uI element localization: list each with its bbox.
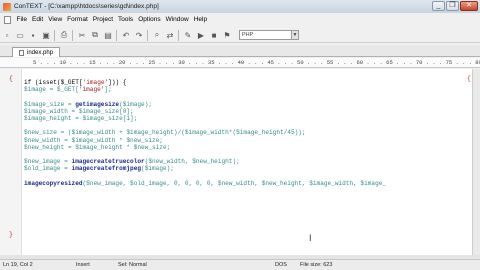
redo-icon[interactable]: ↷ bbox=[133, 29, 145, 41]
code-token: ($_GET[ bbox=[56, 79, 83, 86]
tab-bar: index.php bbox=[0, 45, 480, 57]
maximize-button[interactable]: ❐ bbox=[446, 1, 459, 11]
edit-icon[interactable]: ✎ bbox=[182, 29, 194, 41]
document-icon[interactable] bbox=[4, 15, 11, 24]
open-folder-icon[interactable]: ▭ bbox=[14, 29, 26, 41]
code-line: $image_width = $image_size[0]; bbox=[24, 107, 134, 115]
cursor-position: Ln 19, Col 2 bbox=[3, 262, 33, 268]
tab-label: index.php bbox=[27, 49, 54, 56]
close-button[interactable]: ✕ bbox=[460, 1, 478, 11]
menu-view[interactable]: View bbox=[46, 16, 65, 23]
line-ending-format: DOS bbox=[275, 262, 287, 268]
code-text[interactable]: if (isset($_GET['image'])) { $image = $_… bbox=[24, 79, 386, 187]
toolbar-separator bbox=[54, 29, 55, 41]
language-select-value: PHP bbox=[242, 32, 254, 38]
copy-icon[interactable]: ⧉ bbox=[89, 29, 101, 41]
menu-edit[interactable]: Edit bbox=[29, 16, 45, 23]
code-token: ])) { bbox=[108, 79, 127, 86]
menu-options[interactable]: Options bbox=[136, 16, 163, 23]
code-token: ($image); bbox=[119, 100, 153, 108]
replace-icon[interactable]: ⇄ bbox=[164, 29, 176, 41]
code-token: ($image); bbox=[141, 165, 174, 173]
code-line: $new_width = $image_width * $new_size; bbox=[24, 136, 163, 144]
title-bar: ConTEXT - [C:\xampp\htdocs\series\gd\ind… bbox=[0, 0, 480, 13]
toolbar-separator bbox=[178, 29, 179, 41]
menu-format[interactable]: Format bbox=[65, 16, 91, 23]
minimize-button[interactable]: _ bbox=[432, 1, 445, 11]
code-token: ( bbox=[31, 79, 39, 86]
code-token: ($new_image, $old_image, 0, 0, 0, 0, $ne… bbox=[82, 179, 387, 187]
chevron-down-icon[interactable]: ▼ bbox=[291, 31, 298, 39]
code-token: isset bbox=[38, 79, 57, 86]
fold-brace-open: { bbox=[9, 75, 13, 82]
toolbar: ▫ ▭ ▪ ▣ ⎙ ✂ ⧉ ▤ ↶ ↷ ⌕ ⇄ ✎ ▶ ■ ⚑ PHP ▼ bbox=[0, 28, 480, 43]
fold-brace-right: { bbox=[467, 75, 471, 82]
bookmark-icon[interactable]: ⚑ bbox=[221, 29, 233, 41]
text-cursor-icon: I bbox=[309, 233, 312, 243]
tab-index-php[interactable]: index.php bbox=[12, 47, 61, 57]
function-name: getimagesize bbox=[75, 100, 120, 108]
menu-tools[interactable]: Tools bbox=[116, 16, 136, 23]
toolbar-separator bbox=[72, 29, 73, 41]
selection-mode: Sel: Normal bbox=[118, 262, 147, 268]
file-size: File size: 623 bbox=[300, 262, 333, 268]
app-icon bbox=[3, 2, 11, 11]
php-file-icon bbox=[19, 49, 24, 56]
find-icon[interactable]: ⌕ bbox=[151, 29, 163, 41]
toolbar-separator bbox=[147, 29, 148, 41]
code-token: $image = $_GET[ bbox=[24, 86, 79, 94]
menu-window[interactable]: Window bbox=[163, 16, 191, 23]
code-token: $old_image = bbox=[24, 165, 72, 173]
menu-bar: File Edit View Format Project Tools Opti… bbox=[0, 14, 480, 25]
language-select[interactable]: PHP ▼ bbox=[239, 30, 299, 40]
line-gutter bbox=[0, 69, 22, 255]
string-literal: 'image' bbox=[82, 79, 109, 86]
edit-mode: Insert bbox=[76, 262, 90, 268]
ruler: 5 . . . 10 . . . 15 . . . 20 . . . 25 . … bbox=[0, 58, 480, 68]
toolbar-separator bbox=[116, 29, 117, 41]
function-name: imagecopyresized bbox=[24, 179, 83, 187]
vertical-scrollbar[interactable] bbox=[472, 69, 480, 255]
window-title: ConTEXT - [C:\xampp\htdocs\series\gd\ind… bbox=[14, 3, 159, 10]
paste-icon[interactable]: ▤ bbox=[102, 29, 114, 41]
function-name: imagecreatetruecolor bbox=[71, 158, 145, 166]
menu-file[interactable]: File bbox=[14, 16, 29, 23]
run-icon[interactable]: ▶ bbox=[195, 29, 207, 41]
new-file-icon[interactable]: ▫ bbox=[1, 29, 13, 41]
code-line: $new_height = $image_height * $new_size; bbox=[24, 143, 171, 151]
print-icon[interactable]: ⎙ bbox=[58, 29, 70, 41]
menu-project[interactable]: Project bbox=[90, 16, 115, 23]
code-token: $image_size = bbox=[24, 100, 76, 108]
function-name: imagecreatefromjpeg bbox=[71, 165, 142, 173]
save-icon[interactable]: ▪ bbox=[27, 29, 39, 41]
code-line: $image_height = $image_size[1]; bbox=[24, 115, 138, 123]
menu-help[interactable]: Help bbox=[191, 16, 209, 23]
code-token: ($new_width, $new_height); bbox=[144, 158, 240, 166]
fold-brace-close: } bbox=[9, 231, 13, 238]
undo-icon[interactable]: ↶ bbox=[120, 29, 132, 41]
window-controls: _ ❐ ✕ bbox=[432, 1, 478, 11]
code-token: ]; bbox=[104, 86, 112, 94]
cut-icon[interactable]: ✂ bbox=[76, 29, 88, 41]
status-bar: Ln 19, Col 2 Insert Sel: Normal DOS File… bbox=[0, 259, 480, 270]
save-all-icon[interactable]: ▣ bbox=[40, 29, 52, 41]
string-literal: 'image' bbox=[78, 86, 105, 94]
code-token: $new_image = bbox=[24, 158, 72, 166]
code-editor[interactable]: { { } if (isset($_GET['image'])) { $imag… bbox=[0, 69, 472, 255]
code-line: $new_size = ($image_width + $image_heigh… bbox=[24, 129, 306, 137]
stop-icon[interactable]: ■ bbox=[208, 29, 220, 41]
